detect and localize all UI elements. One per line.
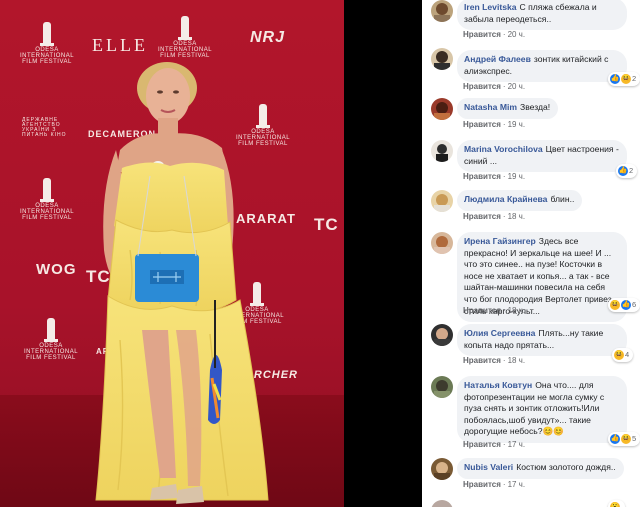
avatar[interactable]: [431, 500, 453, 507]
black-divider: [344, 0, 422, 507]
comment-bubble: Людмила Крайнева блин..: [457, 190, 583, 211]
comment-bubble: Андрей Фалеев зонтик китайский с алиэкспр…: [457, 50, 627, 83]
like-reaction-icon: 👍: [610, 74, 620, 84]
commenter-name[interactable]: Ирена Гайзингер: [464, 236, 536, 246]
like-link[interactable]: Нравится: [463, 120, 501, 129]
commenter-name[interactable]: Iren Levitska: [464, 2, 517, 12]
comment-bubble: Marina Vorochilova Цвет настроения - сини…: [457, 140, 627, 173]
reaction-counter[interactable]: 😮: [608, 500, 625, 507]
comment-text: блин..: [550, 194, 575, 204]
woman-figure: [95, 62, 269, 504]
commenter-name[interactable]: Юлия Сергеевна: [464, 328, 535, 338]
comment-meta: Нравится · 18 ч.: [463, 212, 525, 221]
separator-dot: ·: [502, 212, 506, 221]
commenter-name[interactable]: Nubis Valeri: [464, 462, 513, 472]
comment-time[interactable]: 18 ч.: [508, 212, 526, 221]
comment-time[interactable]: 17 ч.: [508, 440, 526, 449]
comment-bubble: Наталья Ковтун Она что.... для фотопрезен…: [457, 376, 627, 443]
separator-dot: ·: [502, 120, 506, 129]
reaction-counter[interactable]: 👍 😆 2: [608, 72, 640, 86]
comment-bubble: Iren Levitska С пляжа сбежала и забыла пе…: [457, 0, 627, 31]
like-link[interactable]: Нравится: [463, 82, 501, 91]
separator-dot: ·: [502, 82, 506, 91]
comment-meta: Нравится · 19 ч.: [463, 120, 525, 129]
comment-time[interactable]: 18 ч.: [508, 356, 526, 365]
haha-reaction-icon: 😆: [614, 350, 624, 360]
avatar[interactable]: [431, 376, 453, 398]
reaction-counter[interactable]: 😆 4: [612, 348, 634, 362]
comment-bubble: Юлия Сергеевна Плять...ну такие копыта на…: [457, 324, 627, 357]
comment-meta: Нравится · 20 ч.: [463, 82, 525, 91]
comment-meta: Нравится · 19 ч.: [463, 172, 525, 181]
comment-text: Здесь все прекрасно! И зеркальце на шее!…: [464, 236, 619, 316]
comment-bubble: Nubis Valeri Костюм золотого дождя..: [457, 458, 624, 479]
like-link[interactable]: Нравится: [463, 440, 501, 449]
like-link[interactable]: Нравится: [463, 306, 501, 315]
like-reaction-icon: 👍: [618, 166, 628, 176]
comment-meta: Нравится · 18 ч.: [463, 356, 525, 365]
comment-time[interactable]: 19 ч.: [508, 120, 526, 129]
commenter-name[interactable]: Natasha Mim: [464, 102, 517, 112]
comments-panel[interactable]: Iren Levitska С пляжа сбежала и забыла пе…: [422, 0, 640, 507]
avatar[interactable]: [431, 0, 453, 22]
comment-meta: Нравится · 18 ч.: [463, 306, 525, 315]
haha-reaction-icon: 😆: [621, 434, 631, 444]
haha-reaction-icon: 😆: [610, 300, 620, 310]
separator-dot: ·: [502, 480, 506, 489]
like-link[interactable]: Нравится: [463, 480, 501, 489]
reaction-counter[interactable]: 👍 😆 5: [608, 432, 640, 446]
wow-reaction-icon: 😮: [610, 502, 620, 507]
separator-dot: ·: [502, 172, 506, 181]
avatar[interactable]: [431, 48, 453, 70]
separator-dot: ·: [502, 440, 506, 449]
like-reaction-icon: 👍: [610, 434, 620, 444]
avatar[interactable]: [431, 190, 453, 212]
comment-text: Звезда!: [520, 102, 551, 112]
commenter-name[interactable]: Наталья Ковтун: [464, 380, 532, 390]
haha-reaction-icon: 😆: [621, 74, 631, 84]
separator-dot: ·: [502, 30, 506, 39]
avatar[interactable]: [431, 458, 453, 480]
like-link[interactable]: Нравится: [463, 356, 501, 365]
like-link[interactable]: Нравится: [463, 212, 501, 221]
comment-time[interactable]: 18 ч.: [508, 306, 526, 315]
avatar[interactable]: [431, 140, 453, 162]
comment-time[interactable]: 20 ч.: [508, 82, 526, 91]
comment-time[interactable]: 19 ч.: [508, 172, 526, 181]
commenter-name[interactable]: Людмила Крайнева: [464, 194, 547, 204]
separator-dot: ·: [502, 356, 506, 365]
like-link[interactable]: Нравится: [463, 30, 501, 39]
commenter-name[interactable]: Андрей Фалеев: [464, 54, 531, 64]
event-photo[interactable]: ODESA INTERNATIONAL FILM FESTIVAL ELLE O…: [0, 0, 344, 507]
comment-time[interactable]: 17 ч.: [508, 480, 526, 489]
avatar[interactable]: [431, 324, 453, 346]
comment-meta: Нравится · 17 ч.: [463, 440, 525, 449]
commenter-name[interactable]: Marina Vorochilova: [464, 144, 543, 154]
comment-meta: Нравится · 20 ч.: [463, 30, 525, 39]
reaction-counter[interactable]: 👍 2: [616, 164, 638, 178]
comment-text: Костюм золотого дождя..: [516, 462, 616, 472]
like-link[interactable]: Нравится: [463, 172, 501, 181]
like-reaction-icon: 👍: [621, 300, 631, 310]
comment-bubble: Natasha Mim Звезда!: [457, 98, 559, 119]
avatar[interactable]: [431, 232, 453, 254]
comment-meta: Нравится · 17 ч.: [463, 480, 525, 489]
comment-time[interactable]: 20 ч.: [508, 30, 526, 39]
separator-dot: ·: [502, 306, 506, 315]
avatar[interactable]: [431, 98, 453, 120]
reaction-counter[interactable]: 😆 👍 6: [608, 298, 640, 312]
